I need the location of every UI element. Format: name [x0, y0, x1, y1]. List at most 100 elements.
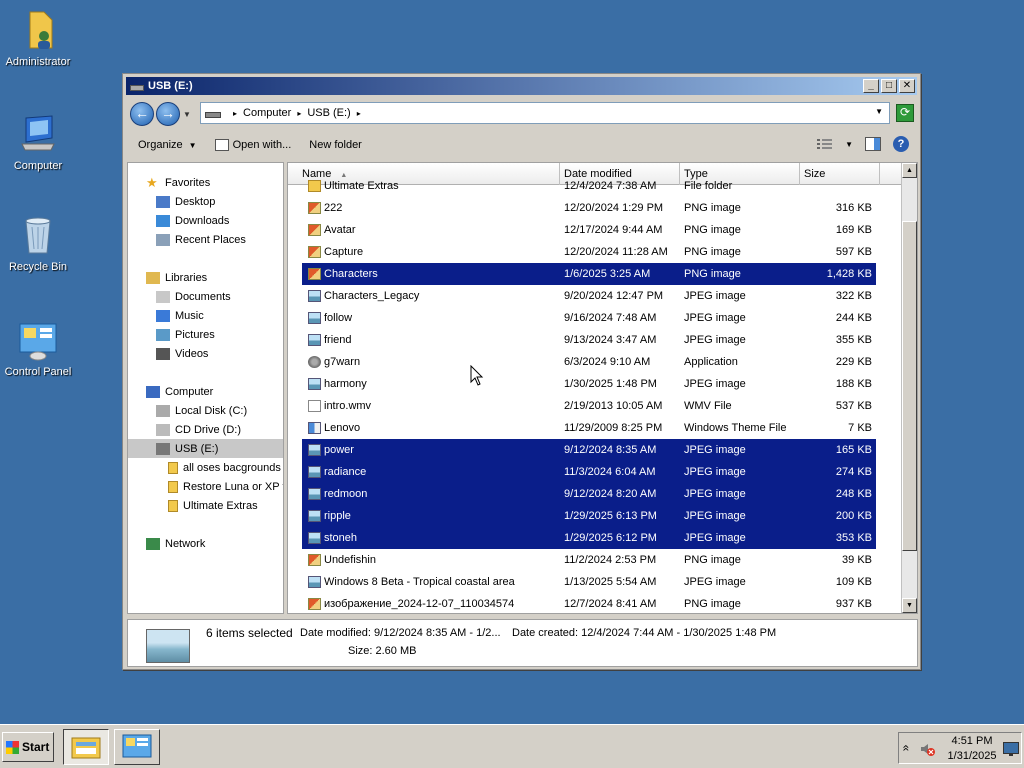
recent-pages-dropdown[interactable]: ▼: [183, 110, 191, 119]
navpane-item[interactable]: Ultimate Extras: [128, 496, 283, 515]
navpane-item[interactable]: Downloads: [128, 211, 283, 230]
file-row[interactable]: Avatar 12/17/2024 9:44 AM PNG image 169 KB: [302, 219, 876, 241]
navpane-item[interactable]: Documents: [128, 287, 283, 306]
file-type: JPEG image: [684, 290, 746, 302]
desktop-icon-recycle-bin[interactable]: Recycle Bin: [0, 213, 76, 273]
refresh-button[interactable]: ⟳: [896, 104, 914, 122]
navpane-item-label: all oses bacgrounds: [183, 461, 281, 474]
chevron-right-icon[interactable]: ▸: [233, 109, 237, 118]
file-row[interactable]: friend 9/13/2024 3:47 AM JPEG image 355 KB: [302, 329, 876, 351]
title-bar[interactable]: USB (E:) _ □ ✕: [126, 77, 917, 95]
show-desktop-icon[interactable]: [1003, 742, 1019, 756]
file-name: ripple: [324, 510, 351, 522]
chevron-down-icon[interactable]: ▼: [875, 107, 883, 116]
clock-date[interactable]: 1/31/2025: [941, 750, 1003, 762]
file-row[interactable]: Ultimate Extras 12/4/2024 7:38 AM File fol…: [302, 175, 876, 197]
desktop-icon-administrator[interactable]: Administrator: [0, 8, 76, 68]
taskbar-app-control-panel[interactable]: [114, 729, 160, 765]
file-row[interactable]: intro.wmv 2/19/2013 10:05 AM WMV File 537 K…: [302, 395, 876, 417]
file-row[interactable]: Characters 1/6/2025 3:25 AM PNG image 1,428…: [302, 263, 876, 285]
navpane-item[interactable]: Videos: [128, 344, 283, 363]
file-row[interactable]: Lenovo 11/29/2009 8:25 PM Windows Theme Fi…: [302, 417, 876, 439]
navpane-item[interactable]: Computer: [128, 382, 283, 401]
clock-time[interactable]: 4:51 PM: [945, 735, 999, 747]
desktop-icon-control-panel[interactable]: Control Panel: [0, 318, 76, 378]
file-row[interactable]: ripple 1/29/2025 6:13 PM JPEG image 200 KB: [302, 505, 876, 527]
file-type: Windows Theme File: [684, 422, 787, 434]
file-row[interactable]: Capture 12/20/2024 11:28 AM PNG image 597 K…: [302, 241, 876, 263]
file-row[interactable]: radiance 11/3/2024 6:04 AM JPEG image 274 K…: [302, 461, 876, 483]
navpane-item[interactable]: Pictures: [128, 325, 283, 344]
file-size: 244 KB: [835, 312, 872, 324]
navpane-item[interactable]: CD Drive (D:): [128, 420, 283, 439]
address-bar[interactable]: ▸ Computer ▸ USB (E:) ▸ ▼: [200, 102, 890, 124]
file-row[interactable]: harmony 1/30/2025 1:48 PM JPEG image 188 KB: [302, 373, 876, 395]
navpane-item[interactable]: Restore Luna or XP t: [128, 477, 283, 496]
file-type: Application: [684, 356, 738, 368]
file-size: 39 KB: [842, 554, 872, 566]
organize-button[interactable]: Organize ▼: [138, 139, 197, 151]
file-row[interactable]: Undefishin 11/2/2024 2:53 PM PNG image 39 K…: [302, 549, 876, 571]
preview-pane-icon[interactable]: [865, 137, 881, 151]
file-row[interactable]: redmoon 9/12/2024 8:20 AM JPEG image 248 KB: [302, 483, 876, 505]
close-button[interactable]: ✕: [899, 79, 915, 93]
file-row[interactable]: 222 12/20/2024 1:29 PM PNG image 316 KB: [302, 197, 876, 219]
back-button[interactable]: ←: [130, 102, 154, 126]
chevron-down-icon[interactable]: ▼: [845, 140, 853, 149]
file-row[interactable]: g7warn 6/3/2024 9:10 AM Application 229 KB: [302, 351, 876, 373]
file-name: friend: [324, 334, 352, 346]
views-icon[interactable]: [817, 138, 833, 150]
file-date-modified: 1/30/2025 1:48 PM: [564, 378, 657, 390]
chevron-right-icon[interactable]: ▸: [297, 109, 301, 118]
navpane-item[interactable]: Recent Places: [128, 230, 283, 249]
navpane-item[interactable]: Music: [128, 306, 283, 325]
desktop-icon-computer[interactable]: Computer: [0, 112, 76, 172]
minimize-button[interactable]: _: [863, 79, 879, 93]
breadcrumb-usb[interactable]: USB (E:): [307, 107, 350, 119]
forward-button[interactable]: →: [156, 102, 180, 126]
navpane-item[interactable]: Local Disk (C:): [128, 401, 283, 420]
file-date-modified: 2/19/2013 10:05 AM: [564, 400, 663, 412]
file-name: Lenovo: [324, 422, 361, 434]
navpane-item[interactable]: USB (E:): [128, 439, 283, 458]
taskbar-app-explorer[interactable]: [63, 729, 109, 765]
chevron-down-icon: ▼: [188, 140, 197, 150]
file-row[interactable]: изображение_2024-12-07_110034574 12/7/202…: [302, 593, 876, 613]
navpane-item[interactable]: Libraries: [128, 268, 283, 287]
file-type: File folder: [684, 180, 733, 192]
file-date-modified: 12/20/2024 1:29 PM: [564, 202, 664, 214]
scroll-up-button[interactable]: ▲: [902, 163, 917, 178]
start-button[interactable]: Start: [2, 732, 54, 762]
volume-muted-icon[interactable]: [919, 741, 935, 757]
navpane-item[interactable]: Desktop: [128, 192, 283, 211]
png-icon: [308, 598, 321, 610]
file-row[interactable]: follow 9/16/2024 7:48 AM JPEG image 244 KB: [302, 307, 876, 329]
details-pane: 6 items selected Date modified: 9/12/202…: [127, 619, 918, 667]
maximize-button[interactable]: □: [881, 79, 897, 93]
file-date-modified: 1/29/2025 6:13 PM: [564, 510, 657, 522]
breadcrumb-computer[interactable]: Computer: [243, 107, 291, 119]
vertical-scrollbar[interactable]: ▲ ▼: [901, 163, 917, 613]
jpeg-icon: [308, 444, 321, 456]
file-row[interactable]: Characters_Legacy 9/20/2024 12:47 PM JPEG …: [302, 285, 876, 307]
date-created: Date created: 12/4/2024 7:44 AM - 1/30/2…: [512, 627, 777, 639]
show-hidden-icons-button[interactable]: «: [899, 745, 913, 752]
file-name: stoneh: [324, 532, 358, 544]
navpane-item[interactable]: all oses bacgrounds: [128, 458, 283, 477]
scroll-down-button[interactable]: ▼: [902, 598, 917, 613]
navpane-item[interactable]: Network: [128, 534, 283, 553]
scroll-thumb[interactable]: [902, 221, 917, 551]
file-row[interactable]: power 9/12/2024 8:35 AM JPEG image 165 KB: [302, 439, 876, 461]
folder-icon: [168, 480, 178, 493]
file-row[interactable]: Windows 8 Beta - Tropical coastal area 1/…: [302, 571, 876, 593]
chevron-right-icon[interactable]: ▸: [357, 109, 361, 118]
pictures-icon: [156, 328, 170, 341]
file-date-modified: 11/29/2009 8:25 PM: [564, 422, 663, 434]
file-date-modified: 1/29/2025 6:12 PM: [564, 532, 657, 544]
navpane-item-label: Music: [175, 309, 204, 322]
new-folder-button[interactable]: New folder: [309, 139, 362, 151]
navpane-item[interactable]: ★ Favorites: [128, 173, 283, 192]
file-row[interactable]: stoneh 1/29/2025 6:12 PM JPEG image 353 KB: [302, 527, 876, 549]
help-icon[interactable]: ?: [893, 136, 909, 152]
open-with-button[interactable]: Open with...: [214, 139, 291, 151]
